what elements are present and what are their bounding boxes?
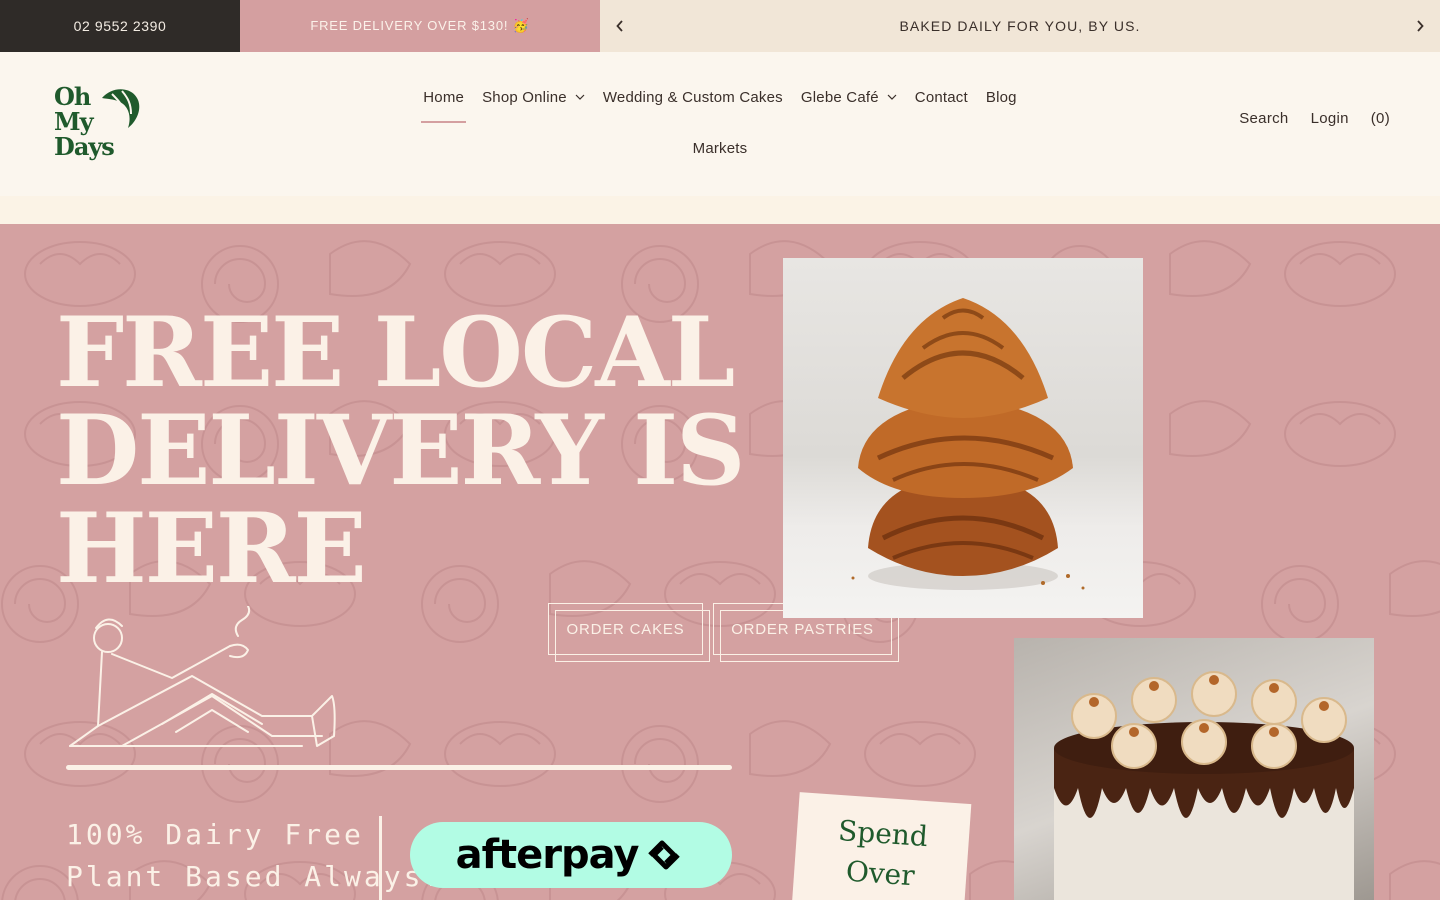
announcement-rotator: BAKED DAILY FOR YOU, BY US.: [600, 0, 1440, 52]
search-link[interactable]: Search: [1239, 110, 1288, 127]
login-link[interactable]: Login: [1311, 110, 1349, 127]
header-actions: Search Login (0): [1239, 110, 1390, 127]
order-cakes-button[interactable]: ORDER CAKES: [548, 603, 703, 655]
nav-home[interactable]: Home: [414, 78, 473, 123]
rotating-message: BAKED DAILY FOR YOU, BY US.: [899, 18, 1141, 34]
nav-wedding-custom-cakes[interactable]: Wedding & Custom Cakes: [594, 78, 792, 116]
croissant-leaf-icon: [102, 89, 140, 128]
main-nav: Home Shop Online Wedding & Custom Cakes …: [405, 78, 1035, 167]
nav-blog[interactable]: Blog: [977, 78, 1026, 116]
afterpay-arrows-icon: [648, 840, 681, 870]
nav-contact[interactable]: Contact: [906, 78, 977, 116]
logo[interactable]: Oh My Days: [54, 84, 144, 164]
nav-shop-online[interactable]: Shop Online: [473, 78, 594, 116]
hero-divider-line: [66, 765, 732, 770]
chevron-right-icon[interactable]: [1400, 0, 1440, 52]
stacked-croissants-photo: [783, 258, 1143, 618]
hero-banner: FREE LOCAL DELIVERY IS HERE 100% Dairy F…: [0, 224, 1440, 900]
afterpay-badge: afterpay: [410, 822, 732, 888]
chevron-left-icon[interactable]: [600, 0, 640, 52]
header-divider-stripe: [0, 196, 1440, 224]
afterpay-wordmark: afterpay: [455, 832, 640, 878]
lounging-person-illustration: [69, 606, 336, 747]
chevron-down-icon: [575, 94, 585, 100]
phone-number[interactable]: 02 9552 2390: [0, 0, 240, 52]
site-header: Oh My Days Home Shop Online Wedding & Cu…: [0, 52, 1440, 196]
nav-markets[interactable]: Markets: [684, 129, 757, 167]
hero-title: FREE LOCAL DELIVERY IS HERE: [56, 296, 745, 605]
chocolate-drip-cake-photo: [1014, 638, 1374, 900]
free-delivery-notice: FREE DELIVERY OVER $130! 🥳: [240, 0, 600, 52]
chevron-down-icon: [887, 94, 897, 100]
announcement-bar: 02 9552 2390 FREE DELIVERY OVER $130! 🥳 …: [0, 0, 1440, 52]
dairy-free-tagline: 100% Dairy Free Plant Based Always.: [66, 818, 444, 893]
nav-glebe-cafe[interactable]: Glebe Café: [792, 78, 906, 116]
spend-over-card: Spend Over: [790, 792, 972, 900]
cart-count[interactable]: (0): [1371, 110, 1390, 127]
tagline-divider: [379, 816, 382, 900]
